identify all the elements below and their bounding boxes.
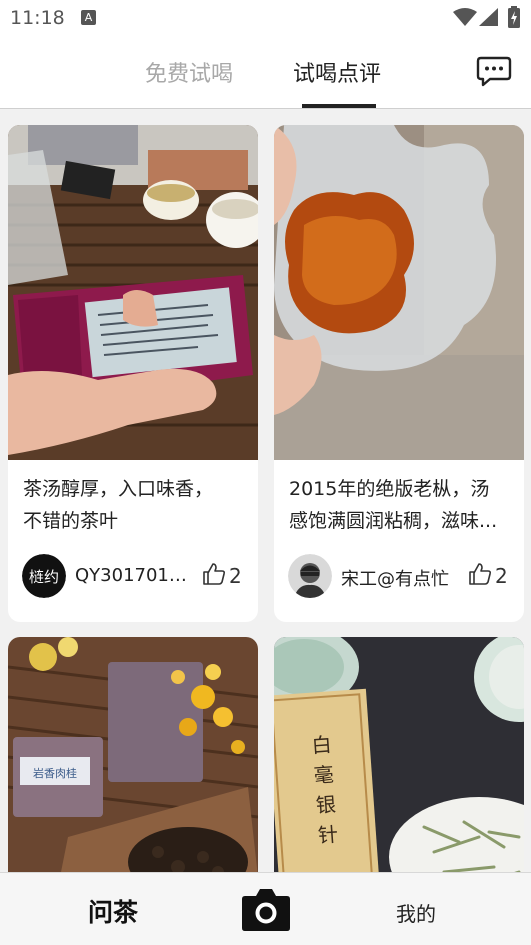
like-count: 2 bbox=[229, 564, 242, 588]
nav-mine[interactable]: 我的 bbox=[396, 898, 436, 927]
review-photo[interactable] bbox=[8, 125, 258, 460]
tab-trial-reviews[interactable]: 试喝点评 bbox=[293, 56, 381, 88]
tab-free-trial[interactable]: 免费试喝 bbox=[145, 56, 233, 88]
package-label-char: 毫 bbox=[313, 762, 335, 787]
package-label-char: 银 bbox=[315, 792, 337, 817]
active-tab-indicator bbox=[302, 104, 376, 108]
review-text: 茶汤醇厚，入口味香， 不错的茶叶 bbox=[23, 478, 214, 532]
status-time: 11:18 bbox=[10, 7, 65, 29]
package-label-char: 针 bbox=[317, 822, 339, 847]
review-card[interactable]: 岩香肉桂 bbox=[8, 637, 258, 872]
chat-bubble-icon[interactable] bbox=[476, 56, 512, 88]
author-name[interactable]: QY3017015... bbox=[75, 565, 195, 586]
review-card[interactable]: 白 毫 银 针 bbox=[274, 637, 524, 872]
notification-a-icon: A bbox=[81, 10, 96, 25]
avatar[interactable] bbox=[288, 554, 332, 598]
review-feed[interactable]: 茶汤醇厚，入口味香， 不错的茶叶 梿约 QY3017015... 2 2015年… bbox=[0, 110, 531, 872]
top-tab-bar: 免费试喝 试喝点评 bbox=[0, 36, 531, 109]
review-photo[interactable]: 白 毫 银 针 bbox=[274, 637, 524, 872]
thumbs-up-icon[interactable] bbox=[202, 562, 226, 586]
bottom-navigation: 问茶 我的 bbox=[0, 872, 531, 945]
battery-charging-icon bbox=[508, 6, 520, 28]
thumbs-up-icon[interactable] bbox=[468, 562, 492, 586]
review-card[interactable]: 茶汤醇厚，入口味香， 不错的茶叶 梿约 QY3017015... 2 bbox=[8, 125, 258, 622]
signal-icon bbox=[479, 8, 498, 26]
review-text: 2015年的绝版老枞，汤 感饱满圆润粘稠，滋味... bbox=[289, 478, 498, 532]
like-count: 2 bbox=[495, 564, 508, 588]
wifi-icon bbox=[453, 8, 477, 26]
avatar-logo-text: 梿约 bbox=[29, 568, 59, 586]
app-screen: 11:18 A 免费试喝 试喝点评 茶汤醇厚，入口味香， 不错的茶叶 梿约 QY… bbox=[0, 0, 531, 945]
package-label-text: 白 bbox=[311, 732, 333, 757]
package-label-text: 岩香肉桂 bbox=[33, 766, 77, 780]
review-photo[interactable]: 岩香肉桂 bbox=[8, 637, 258, 872]
camera-icon[interactable] bbox=[241, 886, 291, 932]
avatar[interactable]: 梿约 bbox=[22, 554, 66, 598]
review-card[interactable]: 2015年的绝版老枞，汤 感饱满圆润粘稠，滋味... 宋工@有点忙 2 bbox=[274, 125, 524, 622]
author-name[interactable]: 宋工@有点忙 bbox=[341, 565, 461, 591]
status-bar: 11:18 A bbox=[0, 0, 531, 36]
review-photo[interactable] bbox=[274, 125, 524, 460]
nav-ask-tea[interactable]: 问茶 bbox=[88, 893, 138, 929]
